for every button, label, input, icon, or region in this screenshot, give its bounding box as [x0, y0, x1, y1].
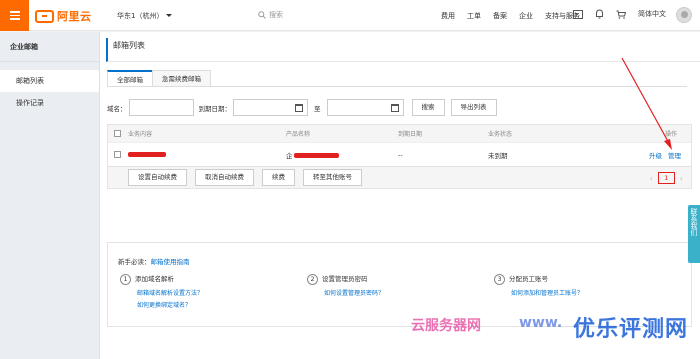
nav-ticket[interactable]: 工单: [467, 11, 481, 21]
region-label: 华东1（杭州）: [117, 12, 164, 20]
sidebar-title: 企业邮箱: [0, 32, 99, 62]
contact-label: 联系我们: [690, 208, 698, 236]
step-link[interactable]: 邮箱域名解析设置方法？: [137, 288, 203, 297]
tab-divider: [107, 86, 687, 87]
top-icons: 简体中文: [573, 9, 666, 19]
row-product: 企: [286, 150, 339, 160]
top-bar: 阿里云 华东1（杭州） 搜索 费用 工单 备案 企业 支持与服务 简体中文: [0, 0, 700, 31]
guide-title-text: 新手必读：: [118, 258, 151, 266]
tab-bar: 全部邮箱 急需续费邮箱: [107, 70, 211, 87]
renew-button[interactable]: 续费: [262, 169, 295, 186]
page-title: 邮箱列表: [106, 38, 700, 62]
export-button[interactable]: 导出列表: [450, 99, 497, 116]
guide-step-1: 1 添加域名解析 邮箱域名解析设置方法？ 如何更换绑定域名？: [120, 273, 203, 309]
row-checkbox[interactable]: [114, 151, 121, 158]
step-label: 添加域名解析: [135, 275, 174, 283]
main-content: 邮箱列表 全部邮箱 急需续费邮箱 域名： 到期日期： 至 搜索 导出列表 业务内…: [100, 32, 700, 359]
watermark: www.: [519, 315, 563, 331]
col-content: 业务内容: [128, 131, 153, 138]
col-expire: 到期日期: [398, 131, 423, 138]
row-product-text: 企: [286, 151, 293, 160]
search-icon: [258, 11, 266, 19]
upgrade-link[interactable]: 升级: [649, 150, 662, 160]
row-expire: --: [398, 150, 403, 159]
step-number: 3: [494, 273, 505, 285]
logo[interactable]: 阿里云: [35, 8, 92, 24]
avatar[interactable]: [676, 7, 692, 23]
step-link[interactable]: 如何更换绑定域名？: [137, 300, 203, 309]
manage-link[interactable]: 管理: [668, 150, 681, 160]
guide-title: 新手必读：邮箱使用指南: [118, 256, 190, 266]
watermark: 云服务器网: [411, 318, 481, 334]
transfer-account-button[interactable]: 转至其他账号: [303, 169, 362, 186]
nav-billing[interactable]: 费用: [441, 11, 455, 21]
cancel-auto-renew-button[interactable]: 取消自动续费: [195, 169, 254, 186]
row-status: 未到期: [488, 151, 508, 160]
mailbox-table: 业务内容 产品名称 到期日期 业务状态 操作 企 -- 未到期 升级 管理 设置…: [107, 124, 692, 189]
current-page[interactable]: 1: [657, 172, 675, 184]
tab-urgent-renewal[interactable]: 急需续费邮箱: [152, 70, 211, 87]
nav-enterprise[interactable]: 企业: [519, 11, 533, 21]
end-date-input[interactable]: [326, 99, 404, 116]
chevron-down-icon: [166, 14, 173, 17]
logo-text: 阿里云: [57, 10, 92, 23]
table-footer: 设置自动续费 取消自动续费 续费 转至其他账号 ‹ 1 ›: [108, 166, 691, 188]
sidebar-item-operation-log[interactable]: 操作记录: [0, 92, 99, 114]
bell-icon[interactable]: [595, 9, 604, 19]
step-link[interactable]: 如何添加和管理员工账号？: [511, 288, 583, 297]
row-content: [128, 151, 166, 159]
menu-icon[interactable]: [0, 0, 29, 31]
guide-step-3: 3 分配员工账号 如何添加和管理员工账号？: [494, 273, 583, 297]
select-all-checkbox[interactable]: [114, 130, 121, 137]
col-status: 业务状态: [488, 131, 513, 138]
filter-bar: 域名： 到期日期： 至 搜索 导出列表: [107, 99, 497, 116]
step-label: 设置管理员密码: [322, 275, 368, 283]
terminal-icon[interactable]: [573, 9, 583, 19]
calendar-icon: [295, 104, 303, 112]
to-label: 至: [314, 104, 321, 113]
col-actions: 操作: [665, 131, 678, 138]
language-selector[interactable]: 简体中文: [638, 9, 666, 19]
prev-page-icon[interactable]: ‹: [650, 174, 653, 183]
aliyun-logo-icon: [35, 9, 54, 23]
contact-us-button[interactable]: 联系我们: [688, 205, 700, 263]
calendar-icon: [390, 104, 399, 112]
search-button[interactable]: 搜索: [411, 99, 445, 116]
guide-link[interactable]: 邮箱使用指南: [151, 258, 190, 266]
sidebar: 企业邮箱 邮箱列表 操作记录: [0, 32, 100, 359]
step-number: 2: [307, 273, 318, 285]
col-product: 产品名称: [286, 131, 311, 138]
nav-icp[interactable]: 备案: [493, 11, 507, 21]
sidebar-item-mailbox-list[interactable]: 邮箱列表: [0, 70, 99, 92]
step-label: 分配员工账号: [509, 275, 548, 283]
redaction-mark: [128, 152, 166, 157]
top-nav: 费用 工单 备案 企业 支持与服务: [441, 11, 580, 21]
cart-icon[interactable]: [616, 10, 626, 19]
start-date-input[interactable]: [233, 99, 308, 116]
domain-input[interactable]: [128, 99, 194, 116]
search-placeholder: 搜索: [269, 11, 283, 19]
expire-label: 到期日期：: [198, 104, 232, 113]
search-input[interactable]: 搜索: [258, 8, 398, 22]
watermark: 优乐评测网: [573, 317, 689, 342]
domain-label: 域名：: [107, 104, 127, 113]
tab-all-mailboxes[interactable]: 全部邮箱: [107, 70, 153, 87]
redaction-mark: [293, 153, 339, 158]
table-header: 业务内容 产品名称 到期日期 业务状态 操作: [108, 125, 691, 142]
step-link[interactable]: 如何设置管理员密码？: [324, 288, 384, 297]
region-selector[interactable]: 华东1（杭州）: [117, 11, 173, 21]
pagination: ‹ 1 ›: [650, 172, 683, 184]
next-page-icon[interactable]: ›: [680, 174, 683, 183]
step-number: 1: [120, 273, 131, 285]
guide-step-2: 2 设置管理员密码 如何设置管理员密码？: [307, 273, 384, 297]
table-row: 企 -- 未到期 升级 管理: [108, 142, 691, 166]
auto-renew-button[interactable]: 设置自动续费: [128, 169, 187, 186]
